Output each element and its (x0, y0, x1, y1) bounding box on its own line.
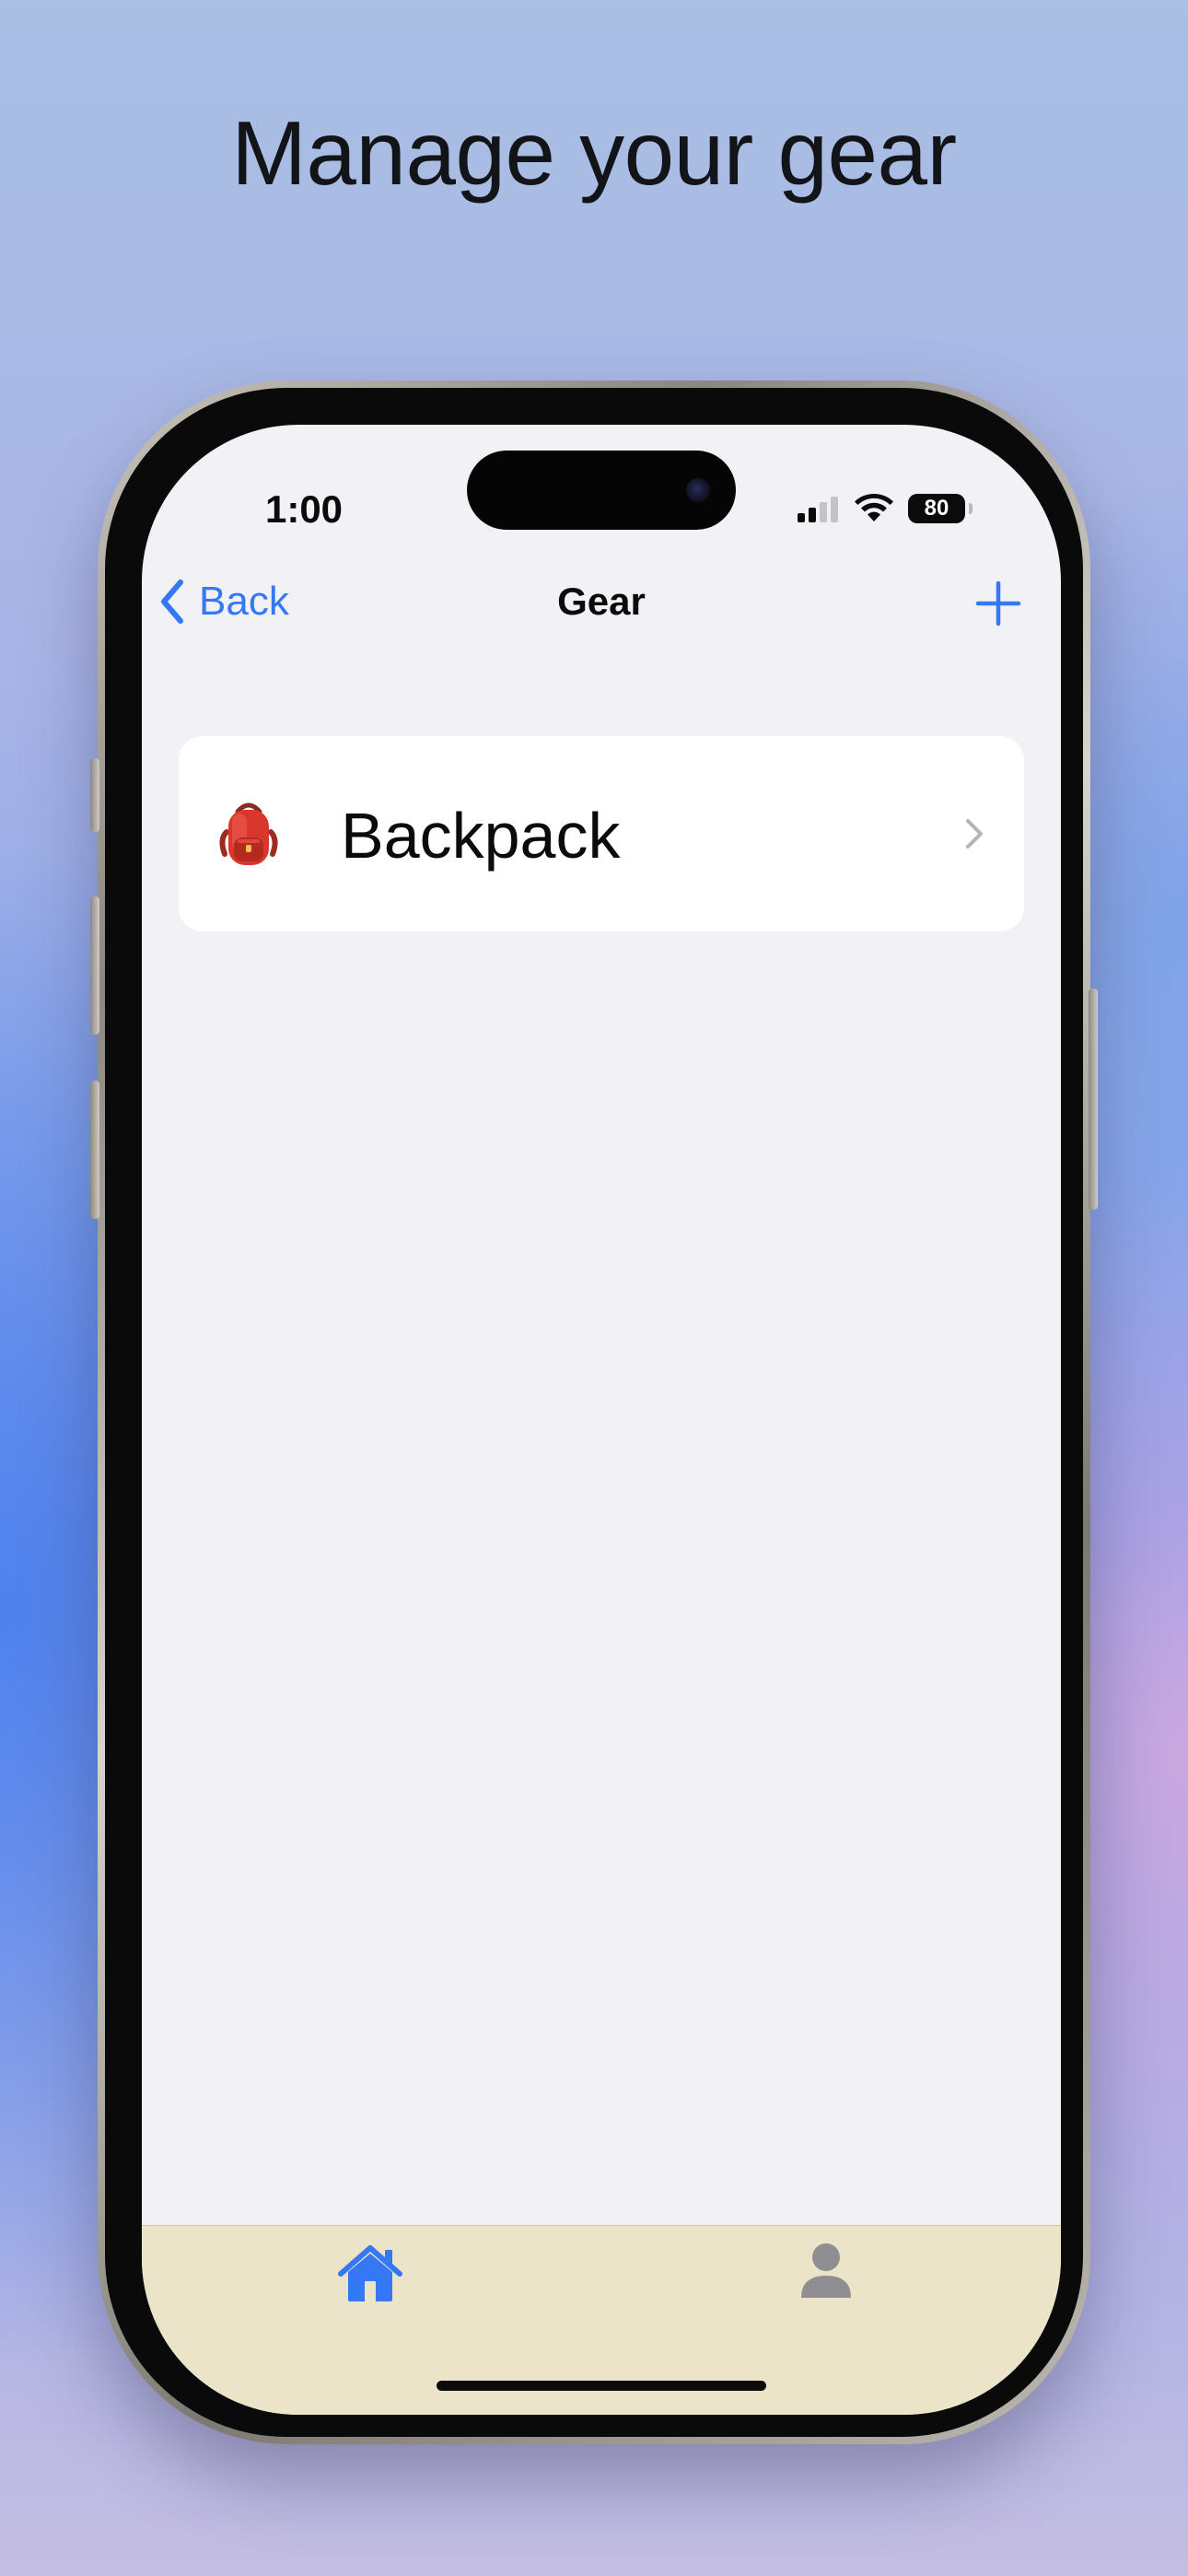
add-gear-button[interactable] (973, 578, 1024, 629)
front-camera (686, 478, 710, 502)
phone-bezel: 1:00 80 Gear Back Backpack (105, 388, 1083, 2437)
house-icon (338, 2245, 402, 2301)
dynamic-island (467, 451, 736, 530)
status-time: 1:00 (264, 487, 344, 531)
wifi-icon (855, 494, 893, 521)
tab-home[interactable] (337, 2244, 403, 2303)
marketing-headline: Manage your gear (231, 102, 957, 204)
chevron-right-icon (966, 819, 983, 849)
home-indicator[interactable] (437, 2381, 766, 2391)
back-button-label: Back (199, 579, 289, 624)
back-button[interactable]: Back (158, 574, 289, 629)
tab-profile[interactable] (799, 2242, 853, 2300)
volume-up-button (90, 896, 99, 1035)
action-button (90, 758, 99, 832)
battery-indicator: 80 (908, 494, 973, 523)
cellular-signal-icon (798, 497, 838, 522)
side-button (1089, 989, 1098, 1210)
volume-down-button (90, 1081, 99, 1219)
person-icon (801, 2243, 851, 2298)
app-screen: 1:00 80 Gear Back Backpack (142, 425, 1061, 2415)
chevron-left-icon (161, 580, 183, 624)
gear-list-item-backpack[interactable]: Backpack (179, 736, 1024, 931)
plus-icon (975, 580, 1021, 626)
status-icons: 80 (798, 493, 973, 524)
gear-item-label: Backpack (341, 800, 621, 872)
battery-level: 80 (924, 496, 949, 521)
phone-mockup: 1:00 80 Gear Back Backpack (90, 381, 1098, 2444)
backpack-icon (219, 802, 278, 865)
